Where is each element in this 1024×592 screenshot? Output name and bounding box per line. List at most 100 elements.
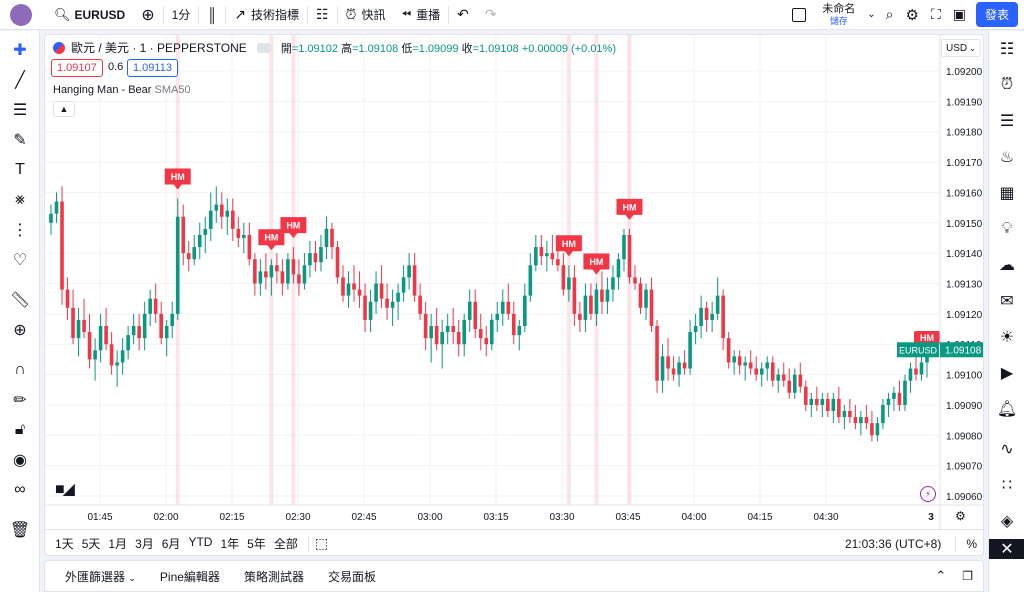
chart-type-button[interactable]: ║ — [199, 0, 225, 30]
candle-body[interactable] — [54, 201, 59, 214]
candle-body[interactable] — [803, 386, 808, 405]
candle-body[interactable] — [682, 362, 687, 369]
candle-body[interactable] — [616, 259, 621, 278]
candle-body[interactable] — [308, 253, 312, 266]
candle-body[interactable] — [330, 228, 334, 248]
percent-toggle[interactable]: % — [966, 537, 977, 551]
layout-name-button[interactable]: 未命名 儲存 — [814, 0, 863, 30]
candle-body[interactable] — [93, 350, 97, 360]
brush-icon[interactable]: ✎ — [0, 125, 40, 155]
candle-body[interactable] — [363, 295, 367, 320]
candle-body[interactable] — [181, 216, 186, 254]
fullscreen-button[interactable]: ⛶ — [925, 0, 947, 30]
candle-body[interactable] — [864, 417, 869, 424]
redo-button[interactable]: ↷ — [477, 0, 505, 30]
candle-body[interactable] — [500, 301, 505, 314]
candle-body[interactable] — [688, 332, 692, 369]
pine-bulb-icon[interactable]: ☀ — [989, 319, 1024, 355]
candle-body[interactable] — [71, 307, 75, 339]
candle-body[interactable] — [159, 313, 163, 339]
candle-body[interactable] — [704, 307, 709, 320]
candle-body[interactable] — [390, 301, 395, 308]
candle-body[interactable] — [638, 283, 643, 308]
candle-body[interactable] — [622, 234, 626, 260]
candle-body[interactable] — [826, 398, 830, 411]
candle-body[interactable] — [170, 313, 175, 326]
candle-body[interactable] — [853, 417, 858, 424]
candle-body[interactable] — [908, 368, 913, 381]
indicator-legend[interactable]: Hanging Man - Bear SMA50 — [53, 84, 191, 96]
candle-body[interactable] — [534, 247, 538, 266]
candle-body[interactable] — [781, 374, 786, 381]
candle-body[interactable] — [49, 213, 53, 223]
settings-button[interactable]: ⚙ — [899, 0, 924, 30]
chart-pane[interactable]: HM HM HM HM HM HM HM 1.09200 1.09190 1.09180 1.091… — [44, 34, 984, 556]
candle-body[interactable] — [275, 265, 279, 272]
text-icon[interactable]: T — [0, 155, 40, 185]
axis-settings-icon[interactable]: ⚙ — [955, 509, 966, 523]
candle-body[interactable] — [286, 259, 290, 284]
candle-body[interactable] — [104, 326, 108, 345]
candle-body[interactable] — [699, 307, 703, 326]
candle-body[interactable] — [759, 368, 764, 375]
candle-body[interactable] — [423, 313, 428, 339]
candle-body[interactable] — [600, 289, 604, 302]
candle-body[interactable] — [666, 356, 670, 369]
candle-body[interactable] — [208, 210, 213, 229]
tradingview-logo[interactable]: ■◢ — [55, 479, 75, 499]
tab-pine-editor[interactable]: Pine編輯器 — [148, 568, 232, 585]
candle-body[interactable] — [192, 247, 197, 260]
notification-bell-icon[interactable]: 🔔︎ — [989, 391, 1024, 427]
calendar-icon[interactable]: ▦ — [989, 175, 1024, 211]
candle-body[interactable] — [186, 253, 191, 260]
candle-body[interactable] — [644, 289, 648, 308]
legend-title[interactable]: 歐元 / 美元 · 1 · PEPPERSTONE — [71, 39, 247, 56]
message-icon[interactable]: ✉ — [989, 283, 1024, 319]
candle-body[interactable] — [748, 362, 753, 369]
maximize-icon[interactable]: ❐ — [962, 569, 973, 583]
candle-body[interactable] — [545, 253, 549, 257]
candle-body[interactable] — [578, 313, 582, 320]
candle-body[interactable] — [440, 332, 444, 345]
ruler-icon[interactable]: 📏︎ — [0, 285, 40, 315]
zoom-in-icon[interactable]: ⊕ — [0, 315, 40, 345]
candle-body[interactable] — [153, 298, 158, 314]
candle-body[interactable] — [341, 277, 345, 296]
candle-body[interactable] — [120, 350, 125, 363]
data-window-icon[interactable]: ☰ — [989, 103, 1024, 139]
candle-body[interactable] — [297, 274, 301, 284]
candle-body[interactable] — [655, 326, 659, 381]
currency-selector[interactable]: USD ⌄ — [941, 39, 981, 57]
candle-body[interactable] — [264, 271, 268, 278]
undo-button[interactable]: ↶ — [449, 0, 477, 30]
candle-body[interactable] — [247, 234, 252, 260]
candle-body[interactable] — [484, 338, 489, 345]
candle-body[interactable] — [456, 332, 461, 345]
range-button[interactable]: 1天 — [51, 535, 78, 552]
tab-forex-screener[interactable]: 外匯篩選器 ⌄ — [53, 568, 148, 585]
pencil-lock-icon[interactable]: ✏ — [0, 385, 40, 415]
candle-body[interactable] — [831, 398, 836, 411]
candle-body[interactable] — [897, 392, 902, 405]
chevron-up-icon[interactable]: ⌃ — [935, 568, 946, 584]
candle-body[interactable] — [715, 295, 720, 314]
candle-body[interactable] — [434, 326, 439, 345]
candle-body[interactable] — [115, 362, 119, 366]
candle-body[interactable] — [126, 335, 130, 351]
candle-body[interactable] — [660, 356, 665, 381]
candle-body[interactable] — [236, 228, 241, 238]
candle-body[interactable] — [219, 204, 224, 217]
candle-body[interactable] — [76, 319, 81, 339]
candle-body[interactable] — [313, 253, 318, 263]
candle-body[interactable] — [710, 313, 714, 320]
layers-icon[interactable]: ◈ — [989, 503, 1024, 539]
candle-body[interactable] — [142, 313, 147, 339]
candle-body[interactable] — [567, 277, 571, 290]
candle-body[interactable] — [815, 398, 819, 405]
link-icon[interactable]: ∞ — [0, 475, 40, 505]
candle-body[interactable] — [633, 277, 637, 284]
legend-toggle[interactable] — [256, 42, 271, 53]
candle-body[interactable] — [528, 265, 533, 296]
candle-body[interactable] — [467, 301, 472, 320]
candle-body[interactable] — [589, 295, 593, 314]
